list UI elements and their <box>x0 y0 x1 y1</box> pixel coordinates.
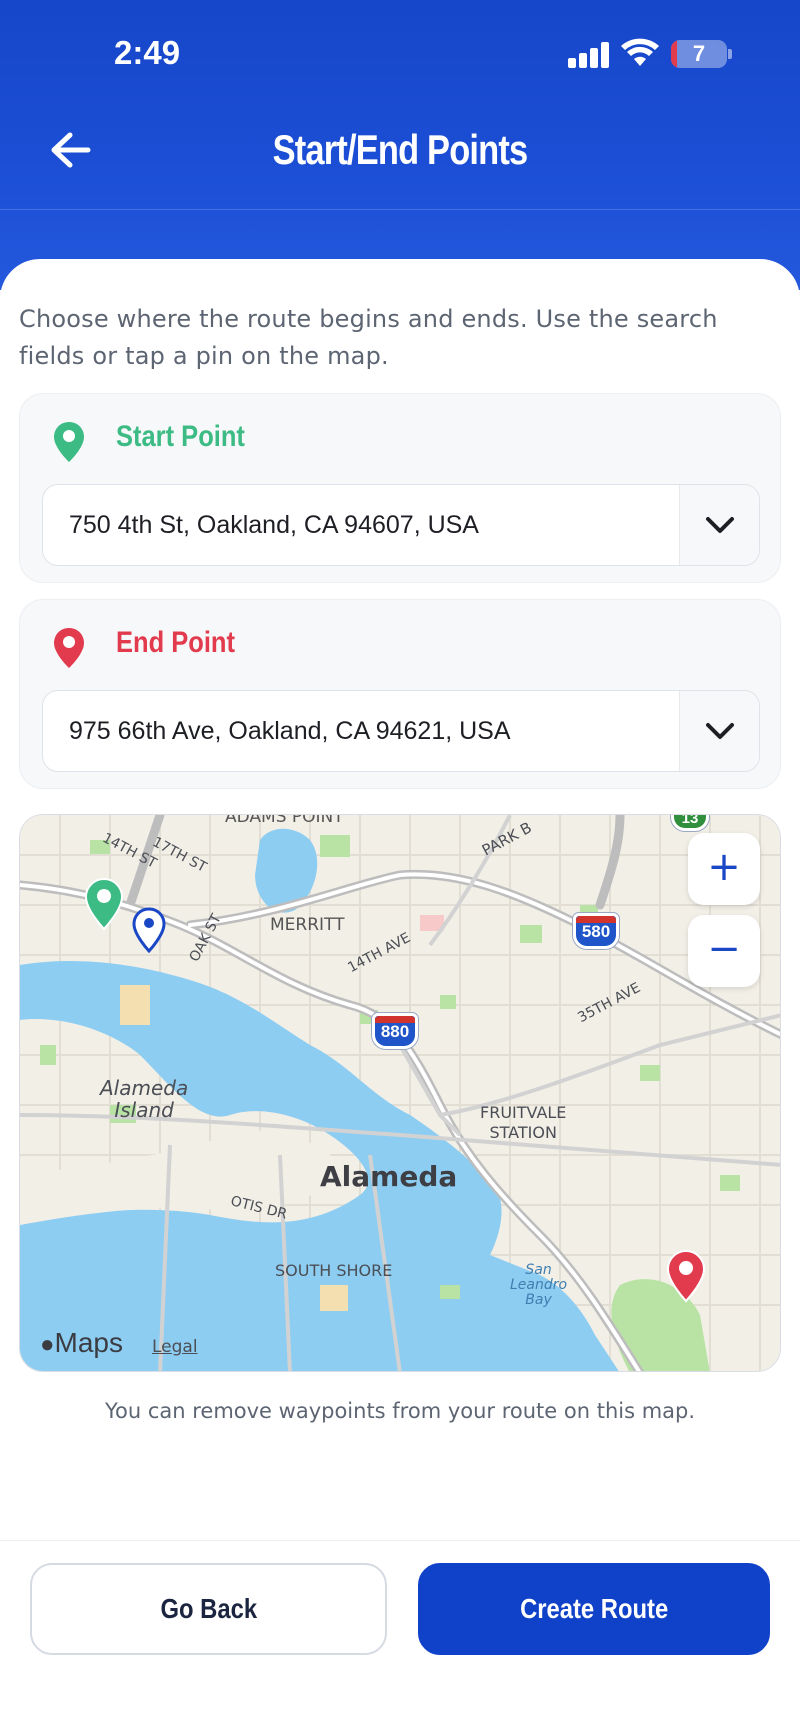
end-dropdown-button[interactable] <box>679 691 759 771</box>
map-label-adams-point: ADAMS POINT <box>225 814 344 827</box>
go-back-button[interactable]: Go Back <box>30 1563 387 1655</box>
header: 2:49 7 Start/End Points <box>0 0 800 290</box>
create-route-label: Create Route <box>519 1593 669 1624</box>
page-title: Start/End Points <box>272 126 529 173</box>
start-pin-icon <box>54 422 84 462</box>
battery-level: 7 <box>692 41 706 66</box>
legal-link[interactable]: Legal <box>152 1337 198 1357</box>
route-map[interactable]: ADAMS POINT PARK B 14TH ST 17TH ST OAK S… <box>19 814 781 1372</box>
content-sheet: Choose where the route begins and ends. … <box>0 259 800 1734</box>
create-route-button[interactable]: Create Route <box>418 1563 770 1655</box>
maps-attribution: ●Maps <box>40 1327 123 1359</box>
start-point-card: Start Point 750 4th St, Oakland, CA 9460… <box>19 393 781 583</box>
status-bar: 2:49 7 <box>0 0 800 100</box>
end-address-value: 975 66th Ave, Oakland, CA 94621, USA <box>69 717 511 745</box>
battery-cap <box>728 49 732 59</box>
start-address-input[interactable]: 750 4th St, Oakland, CA 94607, USA <box>42 484 760 566</box>
zoom-in-button[interactable]: + <box>688 833 760 905</box>
zoom-out-button[interactable]: − <box>688 915 760 987</box>
end-address-input[interactable]: 975 66th Ave, Oakland, CA 94621, USA <box>42 690 760 772</box>
chevron-down-icon <box>706 517 734 533</box>
go-back-label: Go Back <box>160 1593 257 1624</box>
footer-bar: Go Back Create Route <box>0 1540 800 1734</box>
highway-880-shield: 880 <box>372 1013 418 1049</box>
end-point-card: End Point 975 66th Ave, Oakland, CA 9462… <box>19 599 781 789</box>
map-label-south-shore: SOUTH SHORE <box>275 1261 393 1280</box>
start-map-pin[interactable] <box>84 877 124 931</box>
chevron-down-icon <box>706 723 734 739</box>
waypoint-map-pin[interactable] <box>132 907 166 953</box>
map-label-alameda: Alameda <box>320 1160 458 1193</box>
apple-logo-icon: ● <box>40 1331 55 1358</box>
map-label-san-leandro-bay: San Leandro Bay <box>510 1262 568 1308</box>
end-map-pin[interactable] <box>666 1249 706 1303</box>
battery-icon: 7 <box>671 40 727 68</box>
map-hint-text: You can remove waypoints from your route… <box>104 1399 696 1423</box>
end-pin-icon <box>54 628 84 668</box>
start-dropdown-button[interactable] <box>679 485 759 565</box>
map-label-alameda-island: Alameda Island <box>100 1076 189 1122</box>
nav-bar: Start/End Points <box>0 100 800 210</box>
end-point-label: End Point <box>116 626 235 659</box>
cellular-signal-icon <box>568 42 610 68</box>
status-time: 2:49 <box>114 34 181 71</box>
wifi-icon <box>621 38 659 66</box>
highway-580-shield: 580 <box>573 913 619 949</box>
map-label-merritt: MERRITT <box>270 915 345 935</box>
start-address-value: 750 4th St, Oakland, CA 94607, USA <box>69 511 479 539</box>
map-label-fruitvale: FRUITVALE STATION <box>480 1103 567 1142</box>
intro-text: Choose where the route begins and ends. … <box>19 305 718 370</box>
maps-attribution-text: Maps <box>54 1327 123 1358</box>
start-point-label: Start Point <box>116 420 245 453</box>
